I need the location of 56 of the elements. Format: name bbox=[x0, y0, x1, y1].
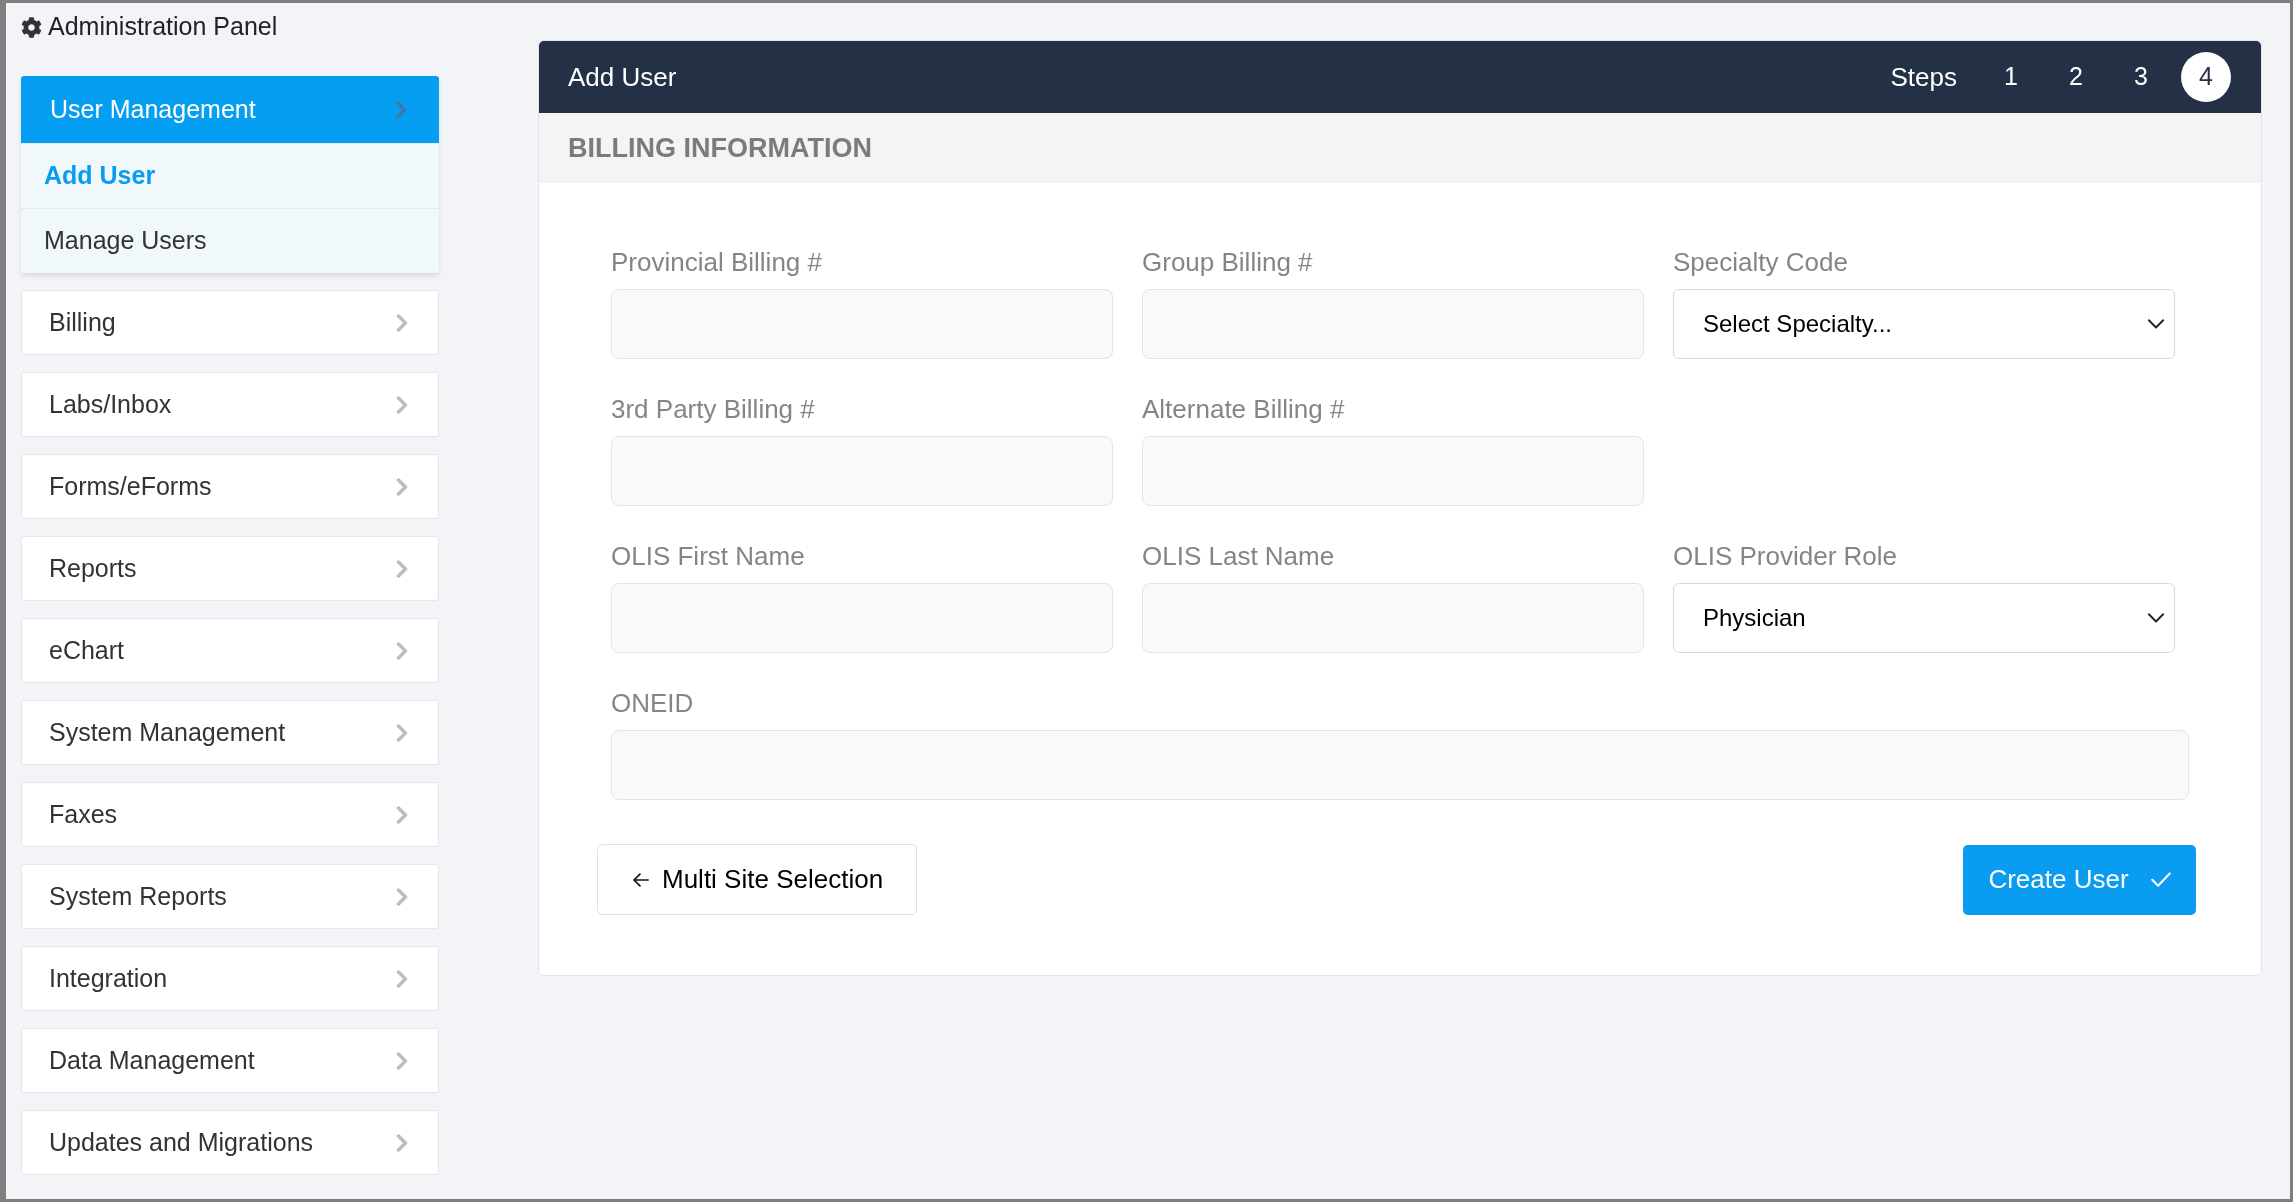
field-label: 3rd Party Billing # bbox=[611, 394, 816, 424]
chevron-right-icon bbox=[396, 313, 408, 332]
sidebar-item[interactable]: System Management bbox=[21, 700, 439, 765]
chevron-right-icon bbox=[396, 641, 408, 660]
field-label: Group Billing # bbox=[1142, 247, 1314, 277]
settings-icon bbox=[21, 16, 42, 38]
field-label: Specialty Code bbox=[1673, 247, 1849, 277]
chevron-down-icon bbox=[2148, 319, 2164, 329]
chevron-right-icon bbox=[395, 100, 407, 119]
input-field[interactable] bbox=[1142, 583, 1644, 653]
dropdown[interactable]: Select Specialty... bbox=[1673, 289, 2175, 359]
chevron-down-icon bbox=[2148, 613, 2164, 623]
field-label: Alternate Billing # bbox=[1142, 394, 1346, 424]
sidebar-item[interactable]: Updates and Migrations bbox=[21, 1110, 439, 1175]
chevron-right-icon bbox=[396, 1051, 408, 1070]
input-field[interactable] bbox=[611, 583, 1113, 653]
field-label: OLIS Last Name bbox=[1142, 541, 1336, 571]
input-field[interactable] bbox=[611, 436, 1113, 506]
chevron-right-icon bbox=[396, 395, 408, 414]
submenu-item[interactable]: Manage Users bbox=[21, 208, 439, 273]
sidebar-item[interactable]: System Reports bbox=[21, 864, 439, 929]
sidebar-item[interactable]: Data Management bbox=[21, 1028, 439, 1093]
checkmark-icon bbox=[2150, 872, 2171, 887]
panel-title: Add User bbox=[568, 60, 677, 94]
field-label: Provincial Billing # bbox=[611, 247, 823, 277]
sidebar-item[interactable]: Labs/Inbox bbox=[21, 372, 439, 437]
sidebar-item[interactable]: eChart bbox=[21, 618, 439, 683]
input-field[interactable] bbox=[611, 730, 2189, 800]
chevron-right-icon bbox=[396, 723, 408, 742]
input-field[interactable] bbox=[611, 289, 1113, 359]
chevron-right-icon bbox=[396, 887, 408, 906]
dropdown[interactable]: Physician bbox=[1673, 583, 2175, 653]
step-indicator[interactable]: 4 bbox=[2181, 52, 2231, 102]
field-label: OLIS Provider Role bbox=[1673, 541, 1898, 571]
chevron-right-icon bbox=[396, 1133, 408, 1152]
sidebar-item[interactable]: Integration bbox=[21, 946, 439, 1011]
arrow-left-icon bbox=[633, 872, 649, 887]
chevron-right-icon bbox=[396, 969, 408, 988]
chevron-right-icon bbox=[396, 805, 408, 824]
input-field[interactable] bbox=[1142, 436, 1644, 506]
sidebar-item[interactable]: Billing bbox=[21, 290, 439, 355]
sidebar-item[interactable]: Forms/eForms bbox=[21, 454, 439, 519]
input-field[interactable] bbox=[1142, 289, 1644, 359]
sidebar-item[interactable]: Faxes bbox=[21, 782, 439, 847]
sidebar-item[interactable]: Reports bbox=[21, 536, 439, 601]
field-label: ONEID bbox=[611, 688, 695, 718]
back-button[interactable]: Multi Site Selection bbox=[597, 844, 917, 915]
chevron-right-icon bbox=[396, 477, 408, 496]
step-indicator[interactable]: 1 bbox=[1986, 52, 2036, 102]
section-title: BILLING INFORMATION bbox=[568, 131, 872, 165]
chevron-right-icon bbox=[396, 559, 408, 578]
step-indicator[interactable]: 3 bbox=[2116, 52, 2166, 102]
steps-label: Steps bbox=[1890, 60, 1957, 94]
step-indicator[interactable]: 2 bbox=[2051, 52, 2101, 102]
field-label: OLIS First Name bbox=[611, 541, 806, 571]
app-title: Administration Panel bbox=[48, 11, 278, 43]
